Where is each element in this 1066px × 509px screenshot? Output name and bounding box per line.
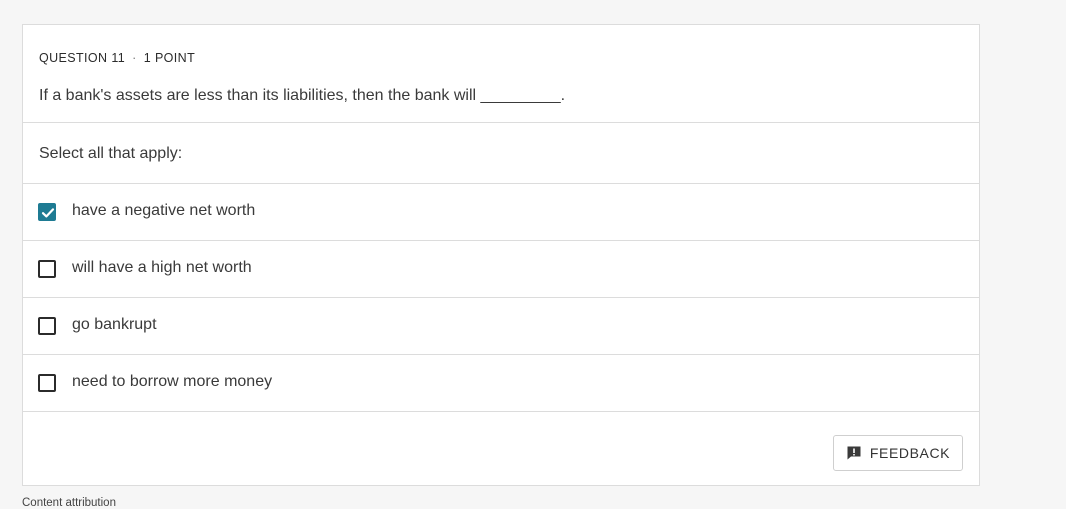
answer-option-label: will have a high net worth — [72, 259, 252, 276]
question-header: QUESTION 11 · 1 POINT If a bank's assets a… — [23, 25, 979, 123]
feedback-icon — [846, 445, 862, 461]
answer-option-1[interactable]: have a negative net worth — [23, 184, 979, 241]
meta-separator: · — [132, 51, 137, 65]
question-footer: FEEDBACK — [23, 412, 979, 486]
content-attribution-link[interactable]: Content attribution — [22, 497, 116, 509]
checkbox-checked-icon[interactable] — [38, 203, 56, 221]
question-text: If a bank's assets are less than its lia… — [39, 87, 566, 104]
checkbox-icon[interactable] — [38, 374, 56, 392]
checkbox-icon[interactable] — [38, 260, 56, 278]
question-meta: QUESTION 11 · 1 POINT — [39, 51, 195, 65]
answer-option-label: need to borrow more money — [72, 373, 273, 390]
answer-option-label: have a negative net worth — [72, 202, 256, 219]
question-number: QUESTION 11 — [39, 51, 126, 65]
answer-option-3[interactable]: go bankrupt — [23, 298, 979, 355]
answer-option-label: go bankrupt — [72, 316, 157, 333]
feedback-button[interactable]: FEEDBACK — [833, 435, 963, 471]
feedback-label: FEEDBACK — [869, 445, 951, 461]
answer-instruction: Select all that apply: — [23, 123, 979, 184]
answer-option-4[interactable]: need to borrow more money — [23, 355, 979, 412]
instruction-text: Select all that apply: — [39, 145, 183, 162]
question-points: 1 POINT — [143, 51, 196, 65]
question-card: QUESTION 11 · 1 POINT If a bank's assets a… — [22, 24, 980, 486]
checkbox-icon[interactable] — [38, 317, 56, 335]
answer-option-2[interactable]: will have a high net worth — [23, 241, 979, 298]
